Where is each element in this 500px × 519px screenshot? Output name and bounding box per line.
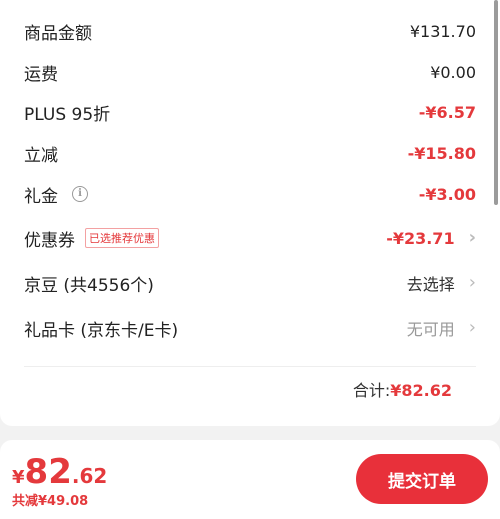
- plus-discount-value: -¥6.57: [418, 102, 476, 122]
- price-integer: 82: [24, 452, 72, 492]
- jingdou-label: 京豆 (共4556个): [24, 275, 154, 296]
- checkout-bar: ¥82.62 共减¥49.08 提交订单: [0, 440, 500, 519]
- gift-money-row: 礼金 i -¥3.00: [24, 174, 476, 214]
- jingdou-value: 去选择: [406, 275, 455, 294]
- plus-discount-label: PLUS 95折: [24, 104, 111, 125]
- submit-order-button[interactable]: 提交订单: [356, 454, 488, 504]
- shipping-value: ¥0.00: [430, 62, 476, 82]
- currency-symbol: ¥: [12, 467, 25, 488]
- goods-amount-label: 商品金额: [24, 23, 92, 44]
- coupon-label: 优惠券: [24, 230, 75, 251]
- gift-money-label: 礼金: [24, 186, 58, 207]
- jingdou-row[interactable]: 京豆 (共4556个) 去选择 ›: [24, 263, 476, 303]
- instant-discount-row: 立减 -¥15.80: [24, 133, 476, 173]
- gift-money-value: -¥3.00: [418, 184, 476, 204]
- plus-discount-row: PLUS 95折 -¥6.57: [24, 92, 476, 132]
- goods-amount-row: 商品金额 ¥131.70: [24, 11, 476, 51]
- payable-price: ¥82.62: [12, 452, 107, 492]
- total-saved: 共减¥49.08: [12, 494, 89, 509]
- gift-card-label: 礼品卡 (京东卡/E卡): [24, 320, 179, 341]
- goods-amount-value: ¥131.70: [409, 21, 476, 41]
- total-value: ¥82.62: [390, 381, 452, 400]
- divider: [24, 366, 476, 367]
- scrollbar[interactable]: [494, 0, 498, 205]
- coupon-row[interactable]: 优惠券 已选推荐优惠 -¥23.71 ›: [24, 218, 476, 258]
- chevron-right-icon: ›: [468, 227, 476, 248]
- coupon-value: -¥23.71: [386, 228, 455, 248]
- shipping-label: 运费: [24, 64, 58, 85]
- price-decimal: .62: [71, 464, 108, 488]
- gift-card-row[interactable]: 礼品卡 (京东卡/E卡) 无可用 ›: [24, 308, 476, 348]
- total-label: 合计:: [352, 381, 391, 400]
- order-summary-card: 商品金额 ¥131.70 运费 ¥0.00 PLUS 95折 -¥6.57 立减…: [0, 0, 500, 426]
- info-icon[interactable]: i: [72, 186, 88, 202]
- instant-discount-label: 立减: [24, 145, 58, 166]
- total-summary: 合计:¥82.62: [353, 377, 452, 401]
- instant-discount-value: -¥15.80: [407, 143, 476, 163]
- gift-card-value: 无可用: [406, 320, 455, 339]
- chevron-right-icon: ›: [468, 272, 476, 293]
- shipping-row: 运费 ¥0.00: [24, 52, 476, 92]
- chevron-right-icon: ›: [468, 317, 476, 338]
- coupon-recommended-tag: 已选推荐优惠: [85, 228, 159, 248]
